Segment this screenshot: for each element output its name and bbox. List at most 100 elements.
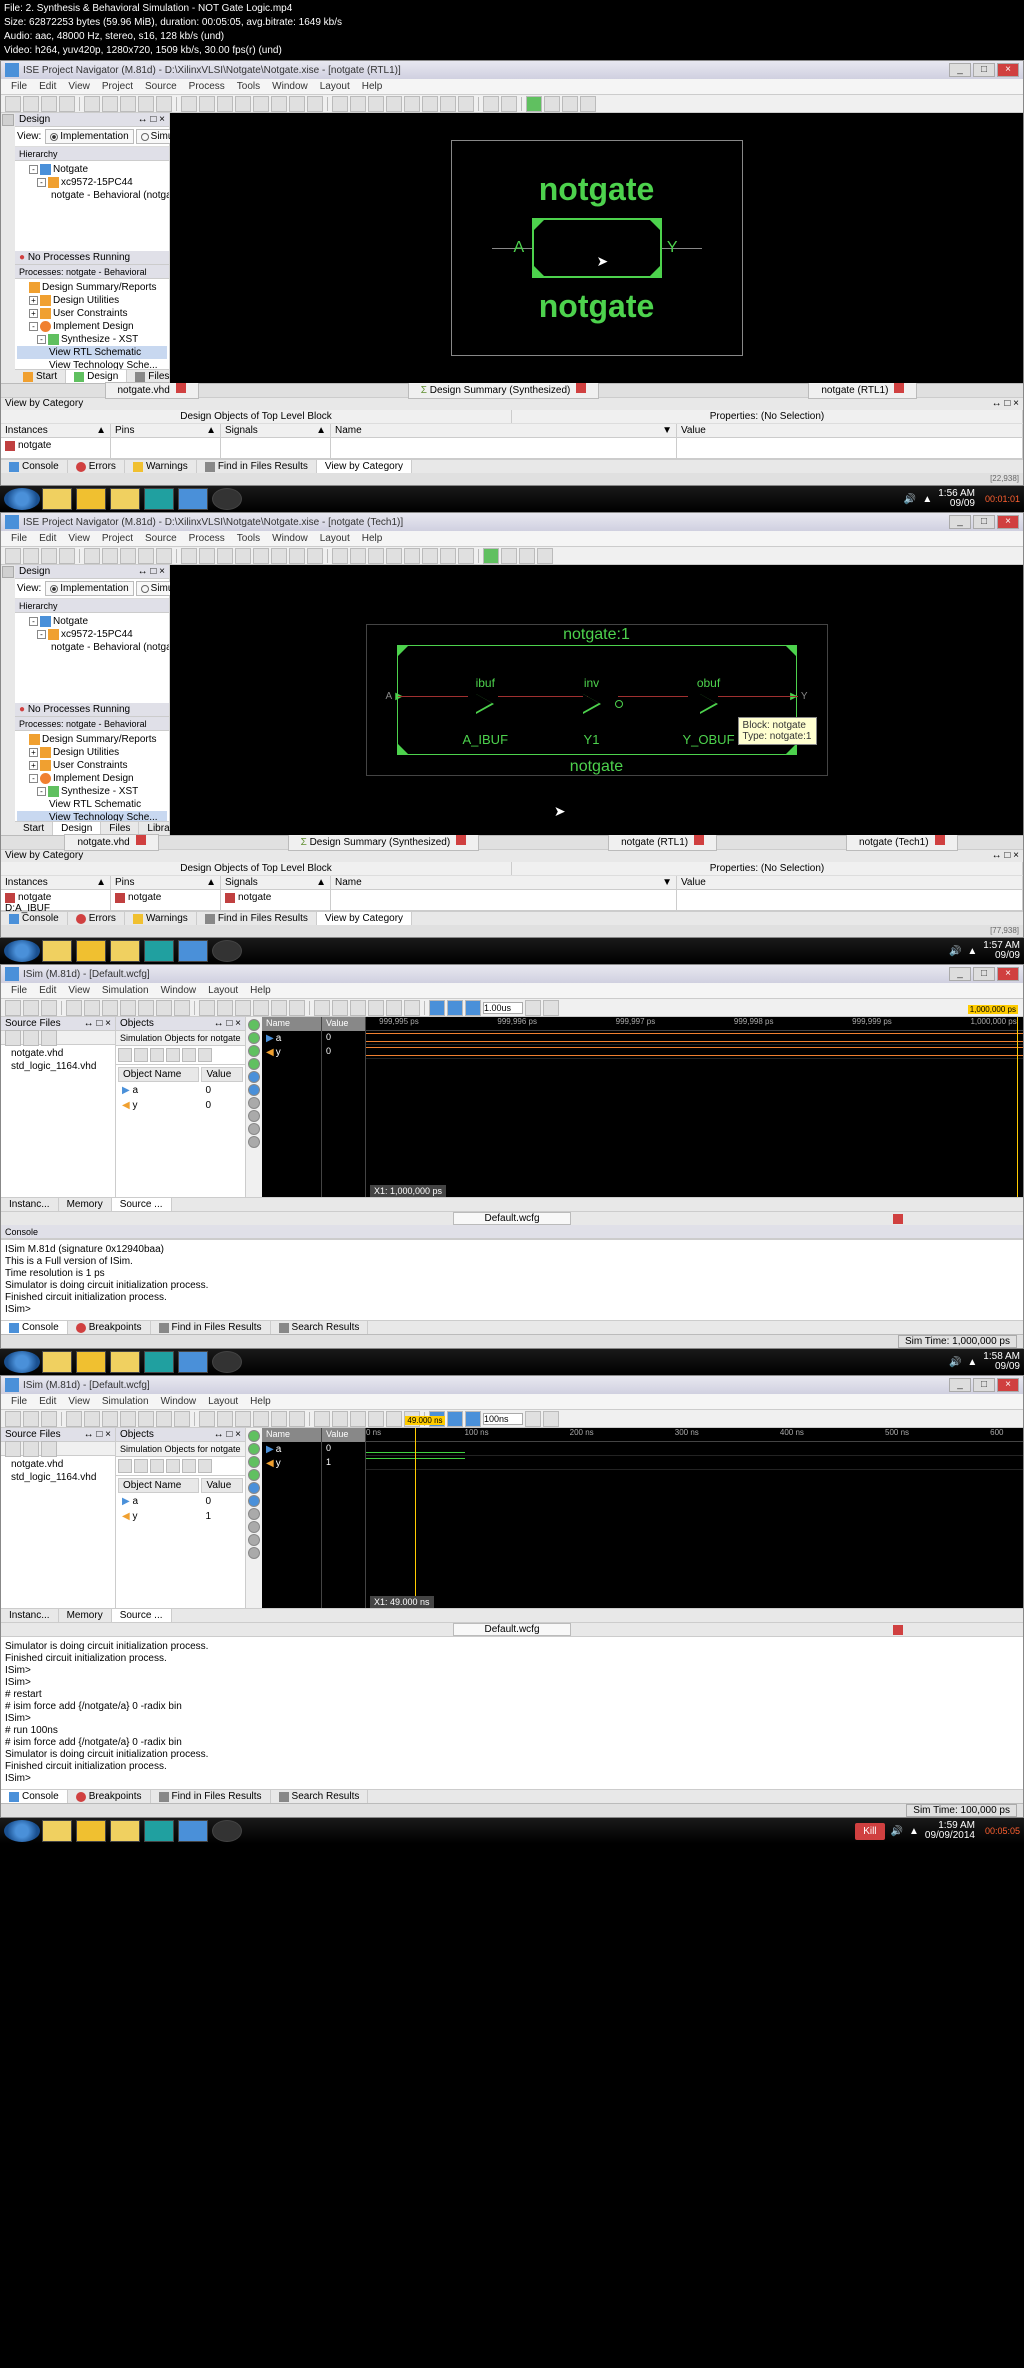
- toolbar-btn[interactable]: [217, 96, 233, 112]
- obj-btn[interactable]: [150, 1459, 164, 1473]
- toolbar-btn[interactable]: [458, 96, 474, 112]
- wave-btn[interactable]: [248, 1032, 260, 1044]
- toolbar-btn[interactable]: [289, 1411, 305, 1427]
- toolbar-btn[interactable]: [368, 1411, 384, 1427]
- titlebar[interactable]: ISim (M.81d) - [Default.wcfg] _□×: [1, 1376, 1023, 1394]
- wave-btn[interactable]: [248, 1110, 260, 1122]
- toolbar-btn[interactable]: [199, 548, 215, 564]
- objects-table[interactable]: Object NameValue ▶ a0 ◀ y1: [116, 1476, 245, 1525]
- panel-controls[interactable]: ↔ □ ×: [214, 1017, 241, 1030]
- toolbar-btn[interactable]: [156, 96, 172, 112]
- taskbar-app[interactable]: [76, 940, 106, 962]
- taskbar-app[interactable]: [110, 940, 140, 962]
- value-hdr[interactable]: Value: [681, 425, 706, 436]
- sig-name[interactable]: ▶a: [262, 1031, 321, 1045]
- toolbar-btn[interactable]: [580, 96, 596, 112]
- menu-window[interactable]: Window: [155, 983, 203, 998]
- toolbar-btn[interactable]: [422, 548, 438, 564]
- menu-window[interactable]: Window: [155, 1394, 203, 1409]
- toolbar-btn[interactable]: [84, 96, 100, 112]
- tab-find[interactable]: Find in Files Results: [151, 1321, 271, 1334]
- start-button[interactable]: [4, 1820, 40, 1842]
- menu-file[interactable]: File: [5, 531, 33, 546]
- menu-help[interactable]: Help: [356, 531, 389, 546]
- toolbar-btn[interactable]: [289, 96, 305, 112]
- titlebar[interactable]: ISim (M.81d) - [Default.wcfg] _□×: [1, 965, 1023, 983]
- toolbar-btn[interactable]: [562, 96, 578, 112]
- taskbar-app[interactable]: [42, 1820, 72, 1842]
- taskbar-app[interactable]: [144, 940, 174, 962]
- toolbar-btn[interactable]: [350, 548, 366, 564]
- src-file[interactable]: notgate.vhd: [3, 1047, 113, 1060]
- system-tray[interactable]: Kill 🔊▲ 1:59 AM09/09/2014 00:05:05: [855, 1821, 1020, 1841]
- toolbar-btn[interactable]: [102, 96, 118, 112]
- panel-controls[interactable]: ↔ □ ×: [84, 1428, 111, 1441]
- doc-tab[interactable]: notgate.vhd: [64, 834, 158, 851]
- menu-process[interactable]: Process: [183, 79, 231, 94]
- toolbar-btn[interactable]: [199, 1411, 215, 1427]
- waveform-trace-a[interactable]: [366, 1031, 1023, 1045]
- obj-row[interactable]: ▶ a0: [118, 1495, 243, 1508]
- comp-obuf[interactable]: obuf Y_OBUF: [683, 676, 735, 747]
- toolbar-btn[interactable]: [537, 548, 553, 564]
- doc-tab[interactable]: notgate (RTL1): [608, 834, 717, 851]
- processes-tree[interactable]: Design Summary/Reports +Design Utilities…: [15, 731, 169, 821]
- btn[interactable]: [41, 1441, 57, 1457]
- toolbar-btn[interactable]: [156, 548, 172, 564]
- taskbar-chrome[interactable]: [76, 488, 106, 510]
- toolbar-btn[interactable]: [271, 1411, 287, 1427]
- proc-view-rtl[interactable]: View RTL Schematic: [17, 346, 167, 359]
- src-file[interactable]: std_logic_1164.vhd: [3, 1471, 113, 1484]
- col-name[interactable]: Object Name: [118, 1478, 199, 1493]
- tab-view-category[interactable]: View by Category: [317, 912, 412, 925]
- minimize-button[interactable]: _: [949, 515, 971, 529]
- src-file[interactable]: std_logic_1164.vhd: [3, 1060, 113, 1073]
- maximize-button[interactable]: □: [973, 63, 995, 77]
- taskbar-obs[interactable]: [212, 488, 242, 510]
- tab-source[interactable]: Source ...: [112, 1609, 172, 1622]
- toolbar-btn[interactable]: [386, 96, 402, 112]
- run-all-button[interactable]: [465, 1411, 481, 1427]
- kill-button[interactable]: Kill: [855, 1823, 884, 1840]
- obj-row[interactable]: ◀ y1: [118, 1510, 243, 1523]
- taskbar-app[interactable]: [76, 1351, 106, 1373]
- close-icon[interactable]: [456, 835, 466, 845]
- toolbar-btn[interactable]: [59, 96, 75, 112]
- wave-btn[interactable]: [248, 1058, 260, 1070]
- system-tray[interactable]: 🔊 ▲ 1:56 AM 09/09 00:01:01: [904, 489, 1020, 509]
- col-hdr[interactable]: Instances: [5, 877, 48, 888]
- wave-btn[interactable]: [248, 1097, 260, 1109]
- name-col-hdr[interactable]: Name: [262, 1017, 321, 1031]
- toolbar-btn[interactable]: [253, 548, 269, 564]
- taskbar-app[interactable]: [178, 1820, 208, 1842]
- toolbar-btn[interactable]: [404, 1000, 420, 1016]
- toolbar-btn[interactable]: [181, 96, 197, 112]
- wave-btn[interactable]: [248, 1123, 260, 1135]
- toolbar-btn[interactable]: [386, 1000, 402, 1016]
- proc-item[interactable]: View RTL Schematic: [17, 798, 167, 811]
- wave-btn[interactable]: [248, 1084, 260, 1096]
- run-button[interactable]: [483, 548, 499, 564]
- toolbar-btn[interactable]: [386, 548, 402, 564]
- menu-window[interactable]: Window: [266, 531, 314, 546]
- instances-hdr[interactable]: Instances: [5, 425, 48, 436]
- sig-name[interactable]: ▶a: [262, 1442, 321, 1456]
- wave-btn[interactable]: [248, 1482, 260, 1494]
- proc-item[interactable]: +User Constraints: [17, 759, 167, 772]
- btn[interactable]: [23, 1441, 39, 1457]
- tray-icon[interactable]: ▲: [922, 494, 932, 505]
- col-value[interactable]: Value: [201, 1067, 243, 1082]
- wave-btn[interactable]: [248, 1469, 260, 1481]
- processes-tree[interactable]: Design Summary/Reports +Design Utilities…: [15, 279, 169, 369]
- toolbar-btn[interactable]: [174, 1411, 190, 1427]
- menu-tools[interactable]: Tools: [231, 531, 266, 546]
- toolbar-btn[interactable]: [519, 548, 535, 564]
- system-tray[interactable]: 🔊▲ 1:57 AM09/09: [949, 941, 1020, 961]
- name-col-hdr[interactable]: Name: [262, 1428, 321, 1442]
- menu-view[interactable]: View: [62, 1394, 96, 1409]
- menu-layout[interactable]: Layout: [314, 531, 356, 546]
- proc-synthesize[interactable]: -Synthesize - XST: [17, 333, 167, 346]
- toolbar-btn[interactable]: [41, 1411, 57, 1427]
- toolbar-btn[interactable]: [59, 548, 75, 564]
- menu-source[interactable]: Source: [139, 79, 183, 94]
